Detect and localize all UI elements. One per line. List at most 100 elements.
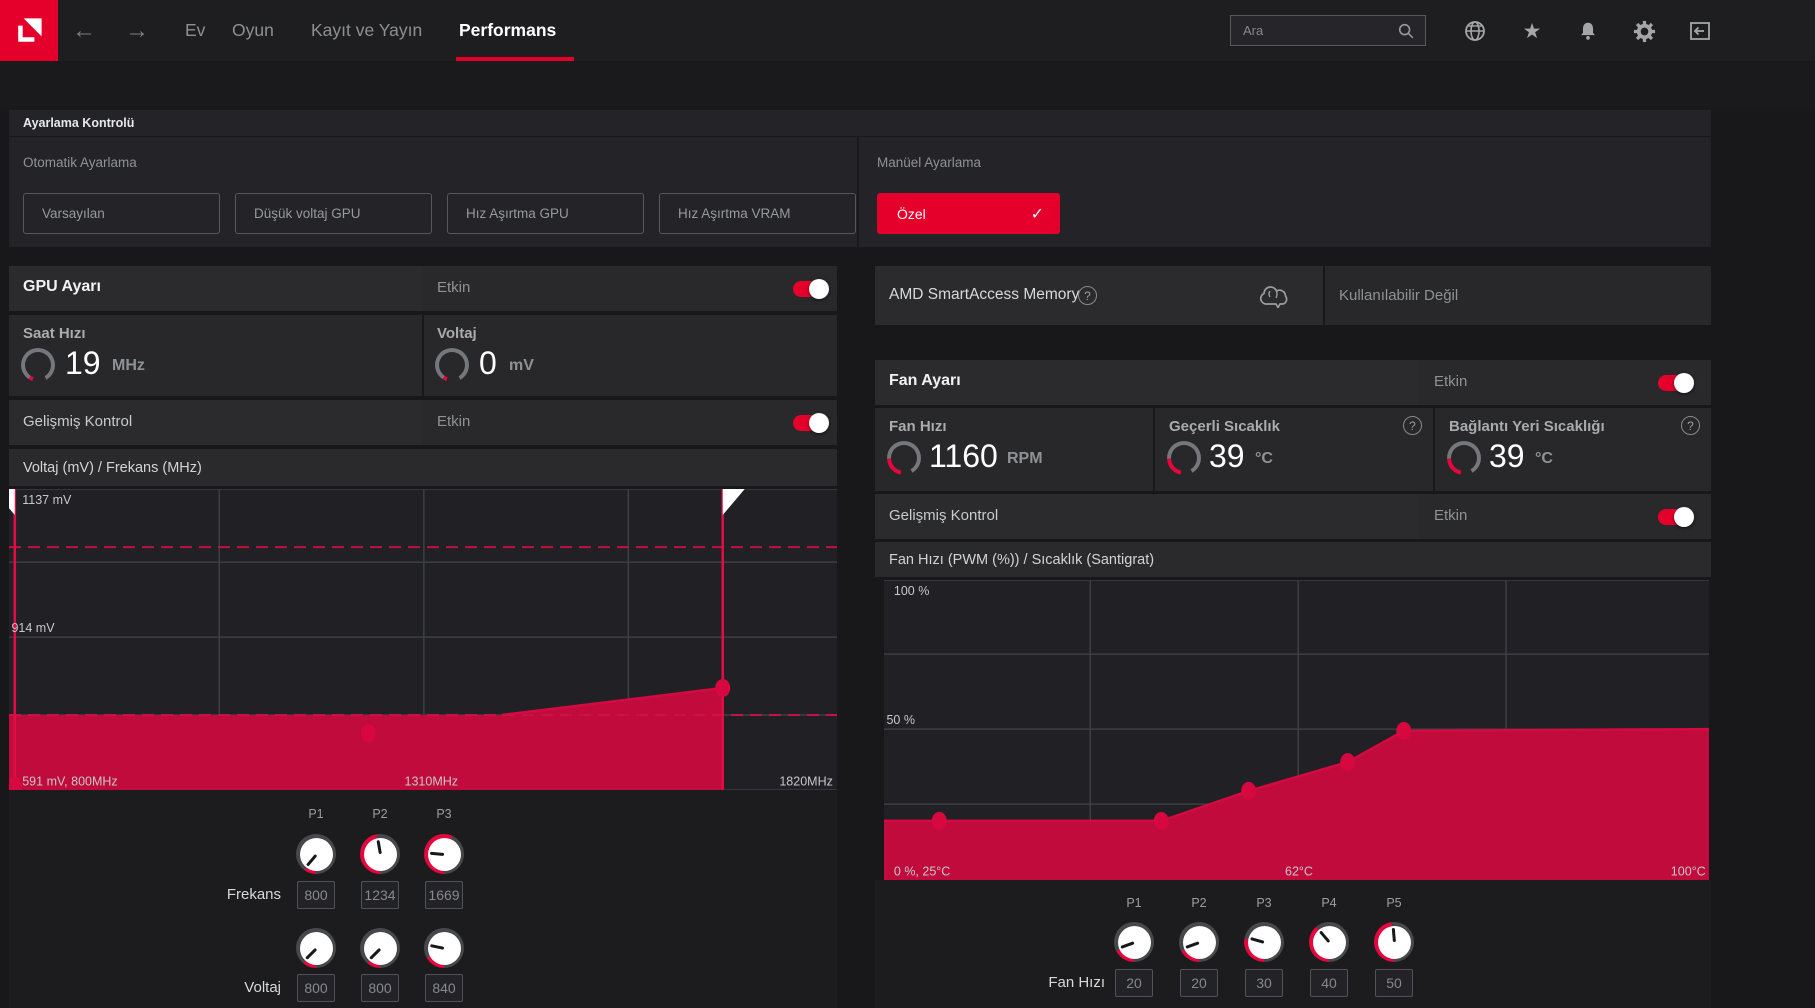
fan-tuning-toggle[interactable] [1658, 373, 1694, 393]
current-temp-label: Geçerli Sıcaklık [1169, 418, 1280, 435]
current-temp-unit: °C [1255, 450, 1273, 467]
favorites-star-icon[interactable]: ★ [1518, 17, 1546, 45]
preset-default-button[interactable]: Varsayılan [23, 193, 220, 234]
preset-overclock-vram-button[interactable]: Hız Aşırtma VRAM [659, 193, 856, 234]
gpu-tuning-toggle[interactable] [793, 279, 829, 299]
volt-input-p2[interactable]: 800 [361, 974, 399, 1002]
freq-knob-p2[interactable] [360, 834, 400, 874]
fan-advanced-toggle[interactable] [1658, 507, 1694, 527]
search-icon [1398, 23, 1414, 38]
gpu-advanced-label: Gelişmiş Kontrol [23, 413, 133, 430]
volt-knob-p2[interactable] [360, 928, 400, 968]
current-temp-help-icon[interactable]: ? [1403, 416, 1422, 435]
point-label: P5 [1386, 896, 1402, 910]
fan-speed-value: 1160 [929, 438, 998, 474]
sam-title: AMD SmartAccess Memory [889, 286, 1080, 303]
freq-knob-p1[interactable] [296, 834, 336, 874]
gpu-clock-gauge-icon [21, 348, 55, 382]
fan-knob-p3[interactable] [1244, 922, 1284, 962]
gpu-clock-label: Saat Hızı [23, 325, 86, 342]
junction-temp-help-icon[interactable]: ? [1681, 416, 1700, 435]
nav-item-gaming[interactable]: Oyun [232, 0, 274, 61]
fan-curve-chart[interactable]: 100 % 50 % 0 %, 25°C 62°C 100°C [884, 580, 1709, 880]
globe-icon[interactable] [1461, 17, 1489, 45]
preset-undervolt-gpu-button[interactable]: Düşük voltaj GPU [235, 193, 432, 234]
preset-overclock-gpu-button[interactable]: Hız Aşırtma GPU [447, 193, 644, 234]
svg-text:1310MHz: 1310MHz [405, 774, 459, 788]
fan-input-p3[interactable]: 30 [1245, 969, 1283, 997]
freq-knob-p3[interactable] [424, 834, 464, 874]
gpu-voltage-value: 0 [479, 345, 497, 381]
amd-logo[interactable] [0, 0, 58, 61]
fan-advanced-row: Gelişmiş Kontrol Etkin [875, 494, 1711, 539]
volt-knob-p3[interactable] [424, 928, 464, 968]
svg-text:62°C: 62°C [1285, 865, 1313, 879]
settings-gear-icon[interactable] [1630, 17, 1658, 45]
fan-knob-p2[interactable] [1179, 922, 1219, 962]
point-label: P1 [308, 807, 324, 821]
forward-arrow-icon[interactable]: → [125, 0, 149, 61]
volt-input-p1[interactable]: 800 [297, 974, 335, 1002]
junction-temp-unit: °C [1535, 450, 1553, 467]
freq-input-p2[interactable]: 1234 [361, 881, 399, 909]
junction-temp-gauge-icon [1447, 441, 1481, 475]
volt-knob-p1[interactable] [296, 928, 336, 968]
freq-input-p3[interactable]: 1669 [425, 881, 463, 909]
voltage-frequency-chart-title: Voltaj (mV) / Frekans (MHz) [9, 449, 837, 486]
sam-help-icon[interactable]: ? [1078, 286, 1097, 305]
current-temp-gauge-icon [1167, 441, 1201, 475]
svg-text:914 mV: 914 mV [11, 621, 55, 635]
performance-sub-navigation: Ölçümler Ayarlanıyor Danışmanlar Stres T… [0, 61, 1815, 170]
fan-curve-chart-title: Fan Hızı (PWM (%)) / Sıcaklık (Santigrat… [875, 542, 1711, 577]
point-label: P2 [372, 807, 388, 821]
gpu-advanced-toggle[interactable] [793, 413, 829, 433]
fan-input-p5[interactable]: 50 [1375, 969, 1413, 997]
sam-status: Kullanılabilir Değil [1339, 287, 1459, 304]
amd-arrow-icon [18, 17, 42, 42]
voltage-frequency-curve-chart[interactable]: 1137 mV 914 mV 591 mV, 800MHz 1310MHz 1820MH… [9, 489, 837, 790]
auto-tuning-label: Otomatik Ayarlama [23, 155, 137, 170]
volt-input-p3[interactable]: 840 [425, 974, 463, 1002]
panel-divider [857, 137, 859, 247]
back-arrow-icon[interactable]: ← [72, 0, 96, 61]
point-label: P4 [1321, 896, 1337, 910]
fan-advanced-status: Etkin [1434, 507, 1468, 524]
fan-knob-p1[interactable] [1114, 922, 1154, 962]
gpu-tuning-header-row: GPU Ayarı Etkin [9, 266, 837, 311]
fan-speed-row-label: Fan Hızı [1048, 974, 1105, 991]
gpu-metrics-row: Saat Hızı 19 MHz Voltaj 0 mV [9, 315, 837, 396]
fan-input-p1[interactable]: 20 [1115, 969, 1153, 997]
freq-input-p1[interactable]: 800 [297, 881, 335, 909]
fan-input-p4[interactable]: 40 [1310, 969, 1348, 997]
fan-advanced-label: Gelişmiş Kontrol [889, 507, 999, 524]
nav-item-record-stream[interactable]: Kayıt ve Yayın [311, 0, 422, 61]
svg-text:1137 mV: 1137 mV [22, 493, 72, 507]
point-label: P3 [436, 807, 452, 821]
search-placeholder: Ara [1243, 23, 1264, 38]
fan-knob-p5[interactable] [1374, 922, 1414, 962]
fan-curve-editor: P1 P2 P3 P4 P5 Fan Hızı 20 20 30 40 50 [875, 880, 1711, 1008]
tuning-presets-panel: Otomatik Ayarlama Varsayılan Düşük volta… [9, 137, 1711, 247]
dock-panel-icon[interactable] [1686, 17, 1714, 45]
preset-custom-button[interactable]: Özel ✓ [877, 193, 1060, 234]
fan-knob-p4[interactable] [1309, 922, 1349, 962]
notifications-bell-icon[interactable] [1574, 17, 1602, 45]
tuning-control-title: Ayarlama Kontrolü [9, 110, 1711, 136]
search-input[interactable]: Ara [1230, 15, 1426, 46]
smart-access-memory-row: AMD SmartAccess Memory ? Kullanılabilir … [875, 266, 1711, 325]
nav-item-home[interactable]: Ev [185, 0, 205, 61]
svg-text:100°C: 100°C [1671, 865, 1706, 879]
svg-text:0 %, 25°C: 0 %, 25°C [894, 865, 950, 879]
nav-item-performance[interactable]: Performans [459, 0, 556, 61]
point-label: P2 [1191, 896, 1207, 910]
gpu-clock-unit: MHz [112, 357, 145, 374]
gpu-clock-value: 19 [65, 345, 101, 381]
check-icon: ✓ [1030, 205, 1044, 223]
brain-icon [1257, 281, 1291, 316]
svg-text:591 mV, 800MHz: 591 mV, 800MHz [22, 774, 117, 788]
fan-speed-gauge-icon [887, 441, 921, 475]
gpu-advanced-row: Gelişmiş Kontrol Etkin [9, 400, 837, 445]
voltage-row-label: Voltaj [244, 979, 281, 996]
fan-input-p2[interactable]: 20 [1180, 969, 1218, 997]
svg-text:1820MHz: 1820MHz [779, 774, 833, 788]
